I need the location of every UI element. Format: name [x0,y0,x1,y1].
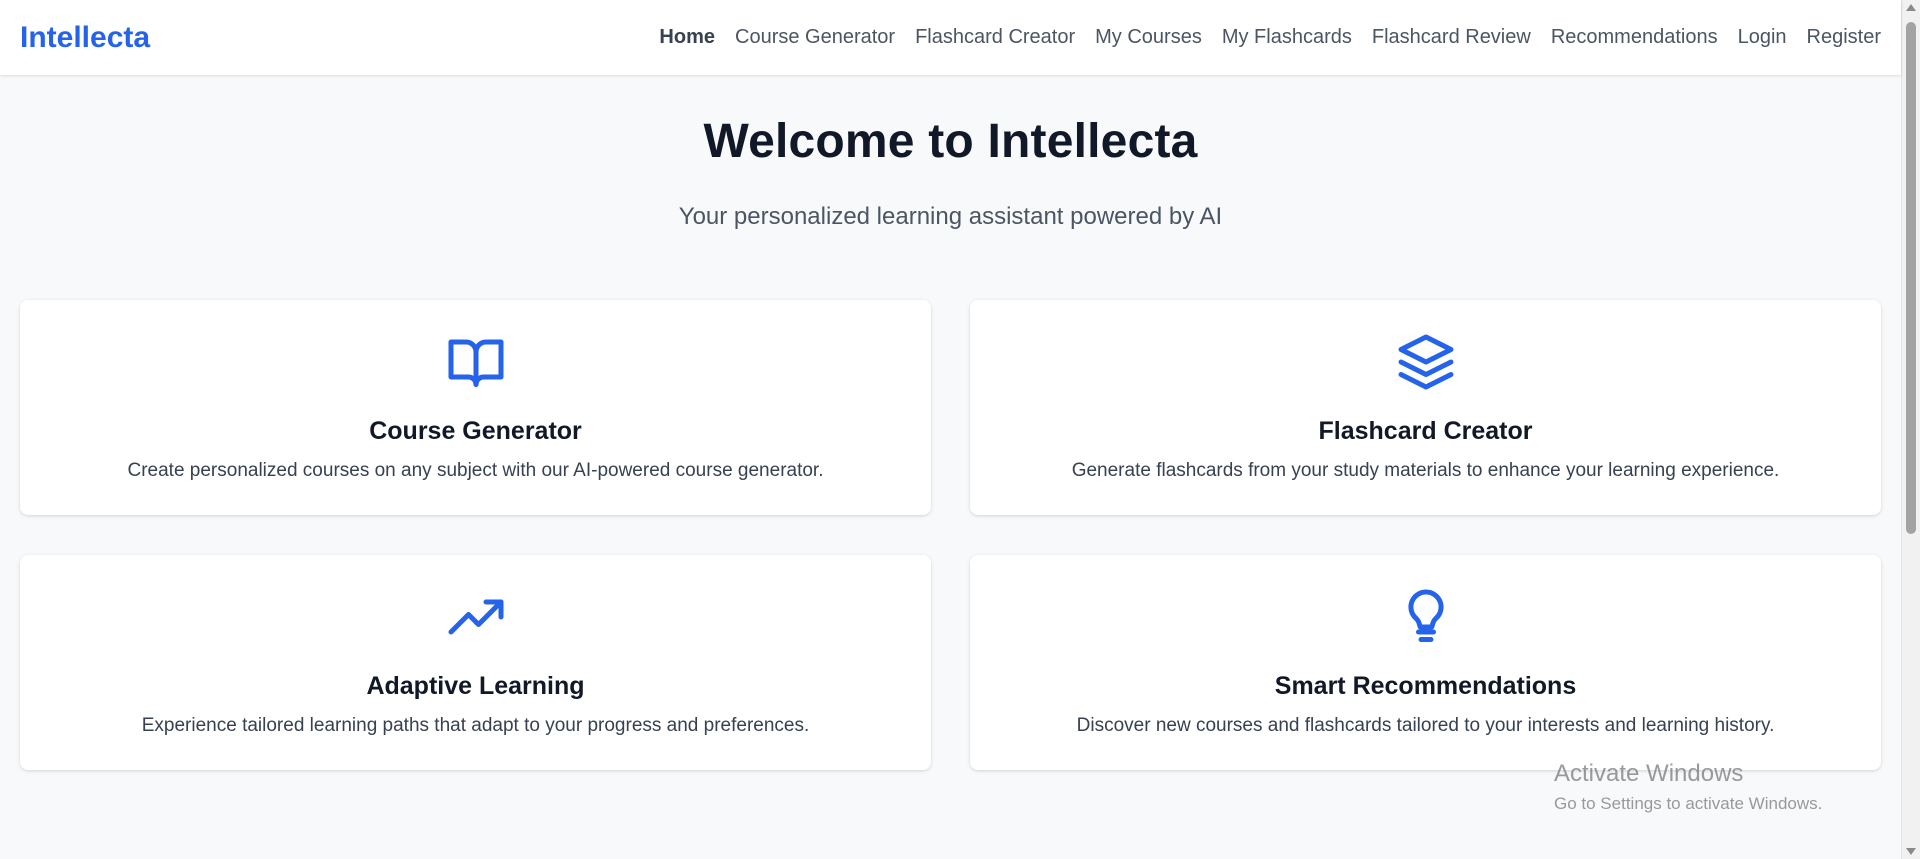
layers-icon [1396,332,1456,392]
nav-my-flashcards[interactable]: My Flashcards [1212,26,1362,49]
feature-card-flashcard-creator[interactable]: Flashcard Creator Generate flashcards fr… [970,300,1881,515]
feature-card-description: Generate flashcards from your study mate… [1071,460,1780,481]
nav-home[interactable]: Home [649,26,725,49]
book-open-icon [446,332,506,392]
nav-course-generator[interactable]: Course Generator [725,26,905,49]
lightbulb-icon [1396,587,1456,647]
top-navbar: Intellecta Home Course Generator Flashca… [0,0,1901,75]
feature-card-title: Adaptive Learning [366,672,585,700]
nav-flashcard-creator[interactable]: Flashcard Creator [905,26,1085,49]
feature-card-description: Experience tailored learning paths that … [141,715,810,736]
vertical-scrollbar[interactable] [1901,0,1920,859]
windows-activation-watermark: Activate Windows Go to Settings to activ… [1554,760,1822,814]
nav-flashcard-review[interactable]: Flashcard Review [1362,26,1541,49]
nav-recommendations[interactable]: Recommendations [1541,26,1728,49]
nav-my-courses[interactable]: My Courses [1085,26,1212,49]
page-title: Welcome to Intellecta [703,115,1198,168]
feature-card-title: Course Generator [369,417,582,445]
feature-card-course-generator[interactable]: Course Generator Create personalized cou… [20,300,931,515]
nav-register[interactable]: Register [1797,26,1881,49]
trending-up-icon [446,587,506,647]
feature-card-smart-recommendations[interactable]: Smart Recommendations Discover new cours… [970,555,1881,770]
page: Intellecta Home Course Generator Flashca… [0,0,1920,859]
watermark-subtitle: Go to Settings to activate Windows. [1554,794,1823,813]
feature-grid: Course Generator Create personalized cou… [20,300,1881,770]
scrollbar-thumb[interactable] [1906,22,1916,534]
main-nav: Home Course Generator Flashcard Creator … [649,26,1881,49]
feature-card-description: Create personalized courses on any subje… [127,460,824,481]
nav-login[interactable]: Login [1728,26,1797,49]
feature-card-title: Flashcard Creator [1318,417,1533,445]
scroll-up-arrow-icon[interactable] [1906,4,1916,11]
feature-card-adaptive-learning[interactable]: Adaptive Learning Experience tailored le… [20,555,931,770]
watermark-title: Activate Windows [1554,760,1744,787]
feature-card-title: Smart Recommendations [1274,672,1577,700]
hero-section: Welcome to Intellecta Your personalized … [0,75,1901,231]
page-subtitle: Your personalized learning assistant pow… [678,203,1223,230]
scroll-down-arrow-icon[interactable] [1906,848,1916,855]
feature-card-description: Discover new courses and flashcards tail… [1076,715,1775,736]
brand-logo[interactable]: Intellecta [20,21,150,55]
